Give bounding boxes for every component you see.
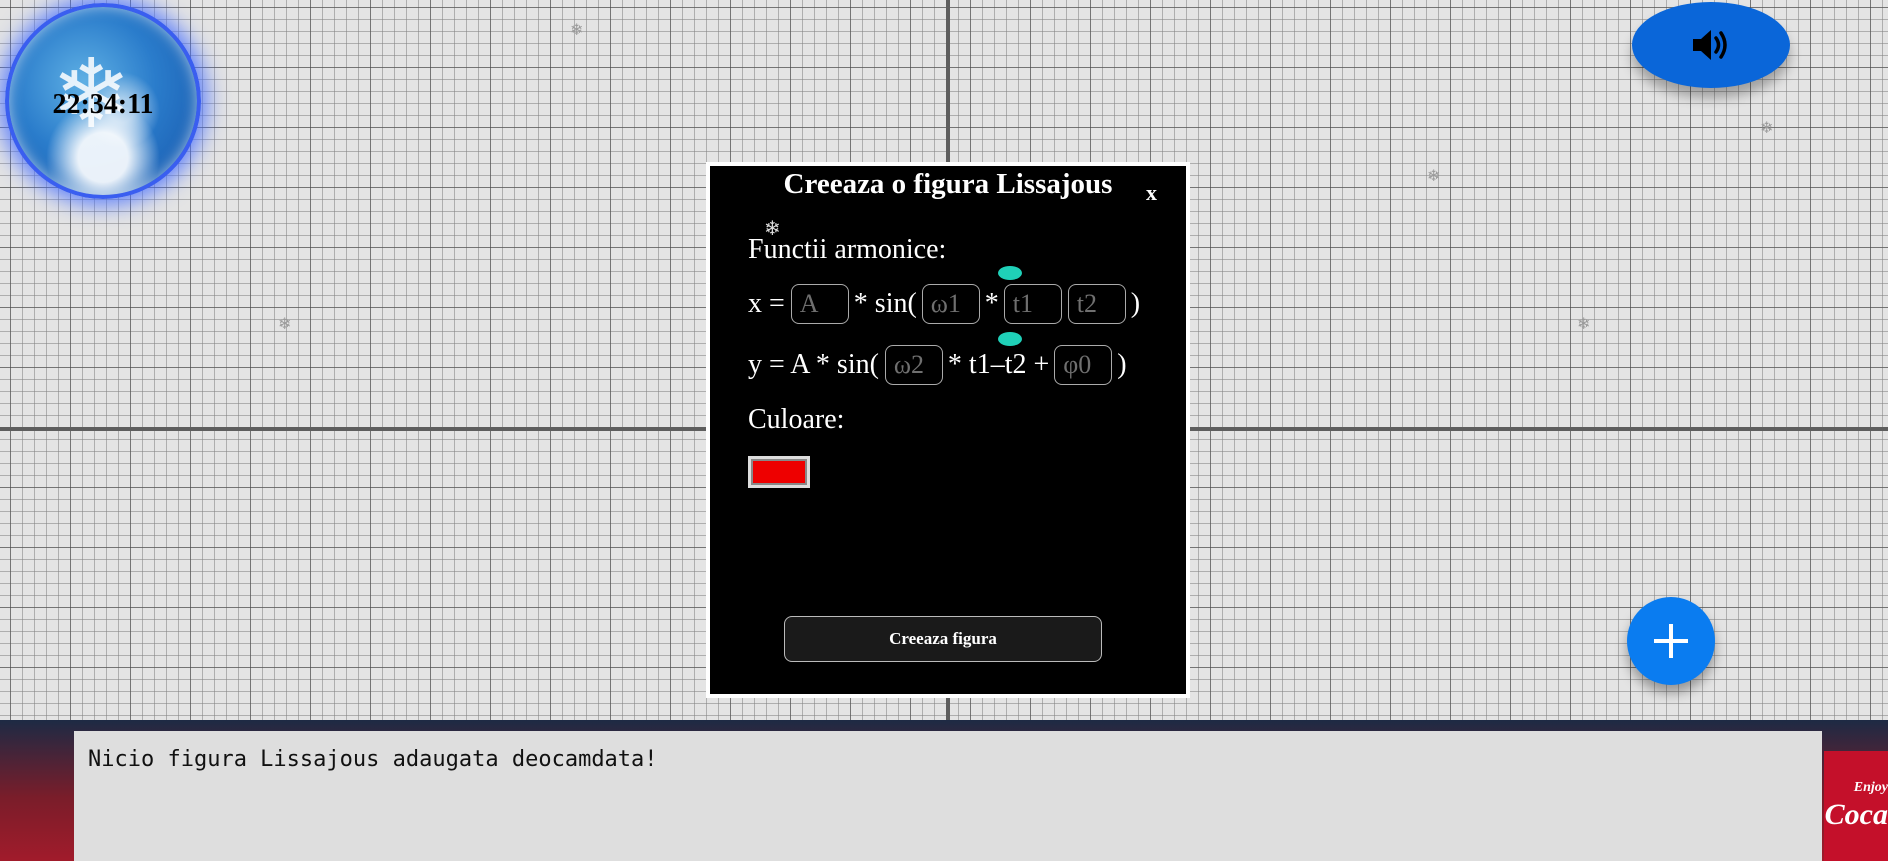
speaker-icon (1693, 30, 1727, 60)
amplitude-input[interactable] (790, 284, 849, 324)
omega2-input[interactable] (884, 345, 943, 385)
x-times: * (984, 288, 999, 319)
empty-list-message: Nicio figura Lissajous adaugata deocamda… (88, 747, 658, 772)
x-equation-prefix: x = (748, 288, 785, 319)
clock-widget: ❄ 22:34:11 (5, 3, 201, 199)
sound-toggle-button[interactable] (1632, 2, 1790, 88)
color-picker[interactable] (748, 456, 810, 488)
spinner-down-icon[interactable] (998, 332, 1022, 346)
coca-cola-logo: Enjoy Coca (1824, 751, 1888, 861)
dialog-title: Creeaza o figura Lissajous (783, 168, 1113, 200)
snowflake-icon: ❄ (1577, 316, 1591, 333)
phase-input[interactable] (1054, 345, 1113, 385)
snowflake-icon: ❄ (1427, 168, 1441, 185)
omega1-input[interactable] (921, 284, 980, 324)
snowflake-icon: ❄ (278, 316, 292, 333)
t1-input[interactable] (1003, 284, 1062, 324)
create-figure-button[interactable]: Creeaza figura (784, 616, 1102, 662)
add-figure-button[interactable] (1627, 597, 1715, 685)
snowflake-icon: ❄ (1760, 120, 1774, 137)
y-close-paren: ) (1117, 349, 1127, 380)
spinner-up-icon[interactable] (998, 266, 1022, 280)
clock-time: 22:34:11 (52, 89, 154, 120)
harmonic-functions-label: Functii armonice: (748, 234, 947, 265)
y-equation-row: y = A * sin( * t1–t2 + ) (748, 345, 1132, 385)
x-close-paren: ) (1130, 288, 1141, 319)
snowflake-icon: ❄ (570, 22, 584, 39)
x-sin-open: * sin( (853, 288, 917, 319)
figures-list-panel: Nicio figura Lissajous adaugata deocamda… (74, 731, 1822, 861)
t2-input[interactable] (1067, 284, 1126, 324)
plus-icon (1654, 624, 1688, 658)
color-label: Culoare: (748, 404, 845, 435)
create-figure-dialog: Creeaza o figura Lissajous x ❄ Functii a… (706, 162, 1190, 698)
close-button[interactable]: x (1146, 180, 1157, 206)
y-equation-prefix: y = A * sin( (748, 349, 879, 380)
x-equation-row: x = * sin( * ) (748, 284, 1145, 324)
y-middle-term: * t1–t2 + (947, 349, 1050, 380)
